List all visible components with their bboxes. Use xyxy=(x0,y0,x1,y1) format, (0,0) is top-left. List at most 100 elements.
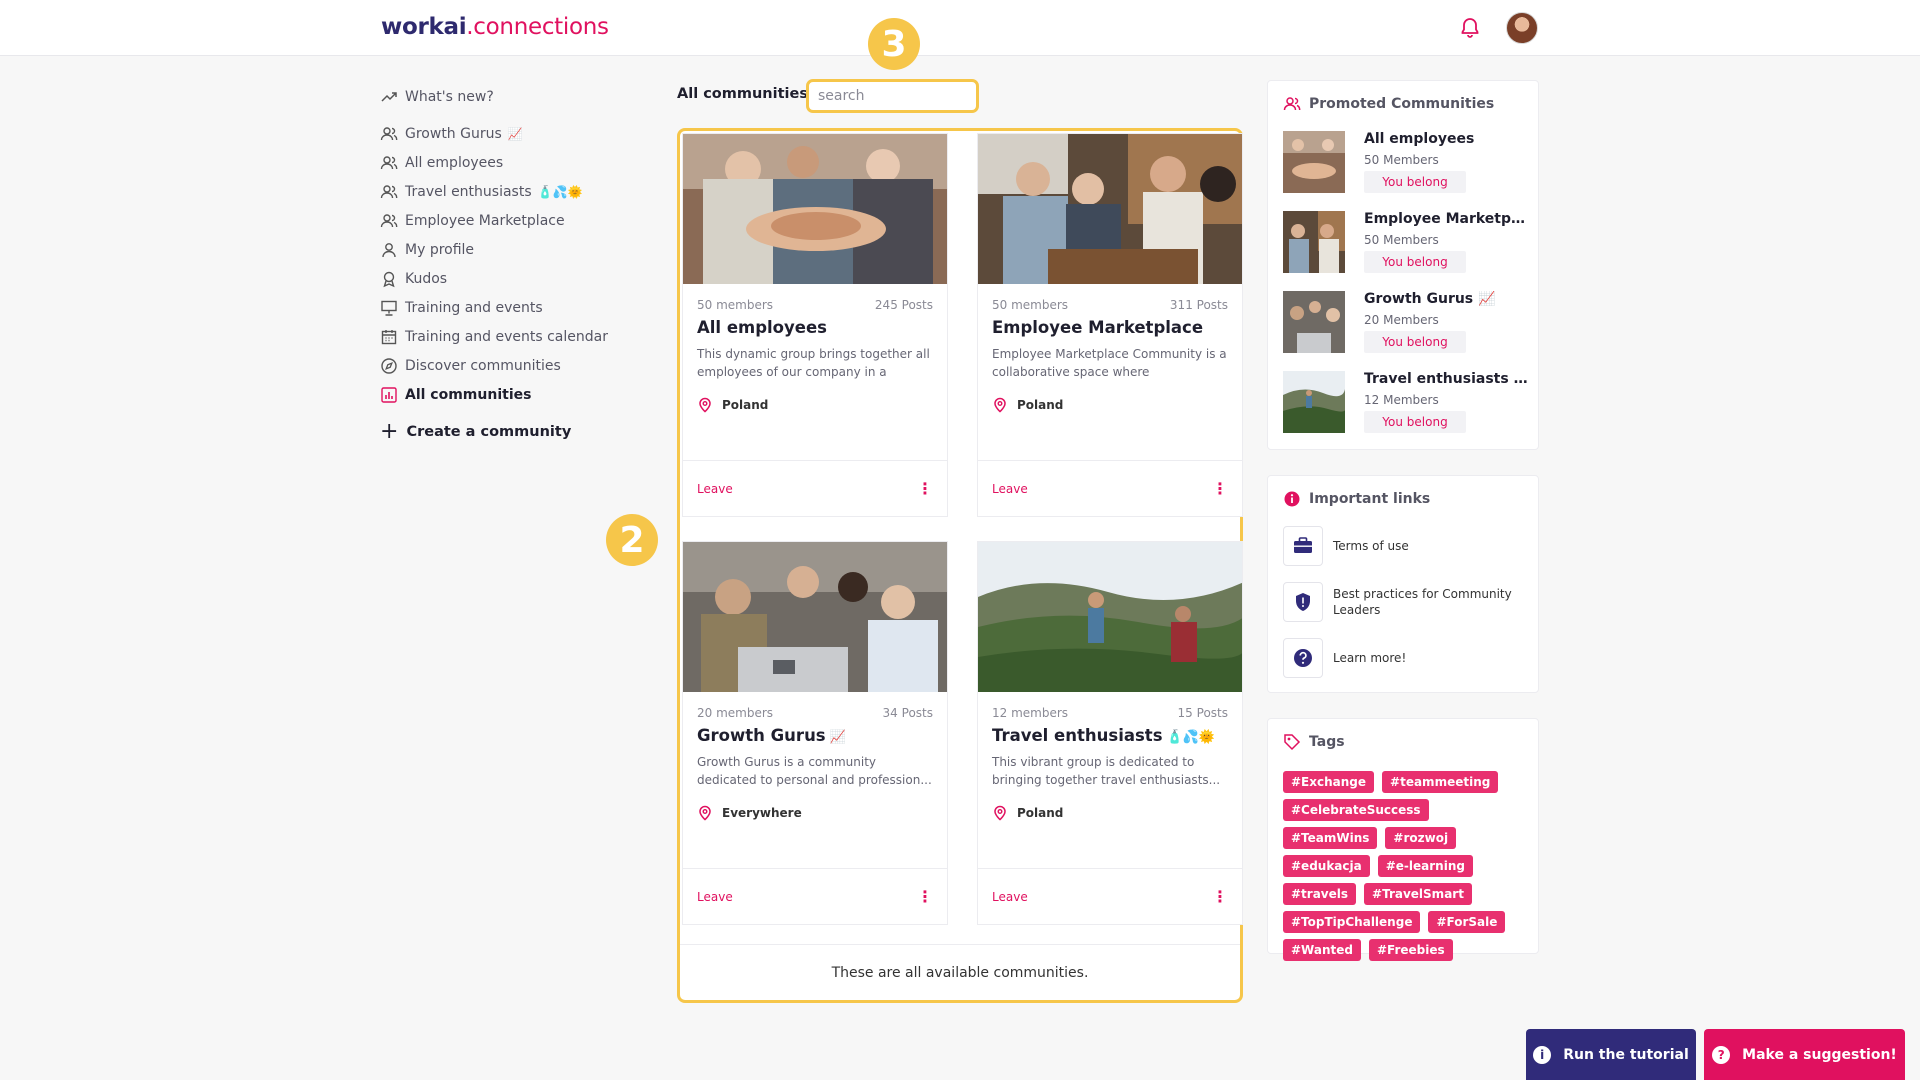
leave-button[interactable]: Leave xyxy=(992,890,1028,904)
create-community-button[interactable]: + Create a community xyxy=(380,417,640,447)
leave-button[interactable]: Leave xyxy=(697,890,733,904)
community-card-employee-marketplace[interactable]: 50 members 311 Posts Employee Marketplace… xyxy=(977,133,1243,517)
promoted-item-travel-enthusiasts[interactable]: Travel enthusiasts 🧴💦🌞 12 Members You be… xyxy=(1283,371,1529,435)
tag-chip[interactable]: #TravelSmart xyxy=(1364,883,1472,905)
notifications-bell-icon[interactable] xyxy=(1458,16,1482,40)
promoted-members: 12 Members xyxy=(1364,393,1439,407)
app-logo[interactable]: workai.connections xyxy=(381,14,609,40)
promoted-communities-widget: Promoted Communities All employees 50 Me… xyxy=(1267,80,1539,450)
tag-chip[interactable]: #Exchange xyxy=(1283,771,1375,793)
membership-status-badge: You belong xyxy=(1364,171,1466,193)
tag-chip[interactable]: #TopTipChallenge xyxy=(1283,911,1421,933)
tag-icon xyxy=(1284,734,1301,751)
sidebar-item-label: Training and events xyxy=(405,299,543,316)
card-location: Everywhere xyxy=(722,806,802,820)
sidebar-item-travel-enthusiasts[interactable]: Travel enthusiasts 🧴💦🌞 xyxy=(380,177,640,206)
calendar-icon xyxy=(380,328,398,346)
widget-title: Promoted Communities xyxy=(1309,96,1495,112)
more-options-icon[interactable]: ⋮ xyxy=(1212,887,1228,906)
sidebar-item-label: All communities xyxy=(405,386,532,403)
run-tutorial-label: Run the tutorial xyxy=(1563,1046,1689,1063)
more-options-icon[interactable]: ⋮ xyxy=(1212,479,1228,498)
community-cover-image xyxy=(978,542,1242,692)
run-tutorial-button[interactable]: i Run the tutorial xyxy=(1526,1029,1696,1080)
link-best-practices[interactable]: Best practices for Community Leaders xyxy=(1283,582,1528,622)
sidebar-item-training-events[interactable]: Training and events xyxy=(380,293,640,322)
promoted-name: Growth Gurus 📈 xyxy=(1364,291,1496,307)
tag-chip[interactable]: #teammeeting xyxy=(1382,771,1499,793)
community-cover-image xyxy=(978,134,1242,284)
promoted-name: All employees xyxy=(1364,131,1475,147)
card-description: Growth Gurus is a community dedicated to… xyxy=(697,755,932,787)
more-options-icon[interactable]: ⋮ xyxy=(917,887,933,906)
promoted-item-growth-gurus[interactable]: Growth Gurus 📈 20 Members You belong xyxy=(1283,291,1528,355)
tag-chip[interactable]: #ForSale xyxy=(1428,911,1506,933)
sidebar-item-label: What's new? xyxy=(405,88,494,105)
users-icon xyxy=(380,212,398,230)
link-label: Best practices for Community Leaders xyxy=(1333,587,1512,617)
briefcase-icon xyxy=(1283,526,1323,566)
community-emoji: 📈 xyxy=(507,126,523,141)
more-options-icon[interactable]: ⋮ xyxy=(917,479,933,498)
tag-chip[interactable]: #TeamWins xyxy=(1283,827,1378,849)
promoted-thumbnail xyxy=(1283,291,1345,353)
community-card-travel-enthusiasts[interactable]: 12 members 15 Posts Travel enthusiasts 🧴💦🌞… xyxy=(977,541,1243,925)
tag-chip[interactable]: #Freebies xyxy=(1368,939,1453,961)
community-card-all-employees[interactable]: 50 members 245 Posts All employees This d… xyxy=(682,133,948,517)
users-icon xyxy=(380,125,398,143)
tag-chip[interactable]: #CelebrateSuccess xyxy=(1283,799,1429,821)
link-label: Terms of use xyxy=(1333,539,1409,553)
card-members-count: 50 members xyxy=(697,298,774,312)
tag-chip[interactable]: #travels xyxy=(1283,883,1357,905)
sidebar-item-kudos[interactable]: Kudos xyxy=(380,264,640,293)
card-title[interactable]: Employee Marketplace xyxy=(992,318,1203,337)
step-badge-2: 2 xyxy=(606,514,658,566)
tag-chip[interactable]: #e-learning xyxy=(1377,855,1473,877)
tag-chip[interactable]: #Wanted xyxy=(1283,939,1361,961)
promoted-name: Travel enthusiasts 🧴💦🌞 xyxy=(1364,371,1529,387)
user-avatar[interactable] xyxy=(1506,12,1538,44)
community-emoji: 📈 xyxy=(829,730,846,745)
card-title[interactable]: All employees xyxy=(697,318,827,337)
location-pin-icon xyxy=(699,805,711,821)
card-location: Poland xyxy=(1017,398,1064,412)
sidebar-item-all-employees[interactable]: All employees xyxy=(380,148,640,177)
sidebar-item-label: My profile xyxy=(405,241,475,258)
tag-list: #Exchange #teammeeting #CelebrateSuccess… xyxy=(1283,771,1523,961)
presentation-icon xyxy=(380,299,398,317)
link-terms-of-use[interactable]: Terms of use xyxy=(1283,526,1528,566)
promoted-item-employee-marketplace[interactable]: Employee Marketplace 50 Members You belo… xyxy=(1283,211,1529,275)
promoted-members: 50 Members xyxy=(1364,233,1439,247)
trending-icon xyxy=(380,88,398,106)
community-card-growth-gurus[interactable]: 20 members 34 Posts Growth Gurus 📈 Growth … xyxy=(682,541,948,925)
leave-button[interactable]: Leave xyxy=(697,482,733,496)
sidebar-item-employee-marketplace[interactable]: Employee Marketplace xyxy=(380,206,640,235)
page-title: All communities xyxy=(677,86,808,102)
sidebar-item-all-communities[interactable]: All communities xyxy=(380,380,640,409)
promoted-item-all-employees[interactable]: All employees 50 Members You belong xyxy=(1283,131,1528,195)
make-suggestion-button[interactable]: ? Make a suggestion! xyxy=(1704,1029,1905,1080)
location-pin-icon xyxy=(699,397,711,413)
plus-icon: + xyxy=(380,419,399,444)
sidebar-nav: What's new? Growth Gurus 📈 All employees… xyxy=(380,82,640,447)
award-icon xyxy=(380,270,398,288)
sidebar-item-label: Employee Marketplace xyxy=(405,212,565,229)
sidebar-item-growth-gurus[interactable]: Growth Gurus 📈 xyxy=(380,119,640,148)
important-links-widget: Important links Terms of use Best practi… xyxy=(1267,475,1539,693)
sidebar-item-whats-new[interactable]: What's new? xyxy=(380,82,640,111)
link-learn-more[interactable]: Learn more! xyxy=(1283,638,1528,678)
sidebar-item-discover-communities[interactable]: Discover communities xyxy=(380,351,640,380)
shield-icon xyxy=(1283,582,1323,622)
user-icon xyxy=(380,241,398,259)
tag-chip[interactable]: #edukacja xyxy=(1283,855,1370,877)
card-title[interactable]: Growth Gurus xyxy=(697,726,826,745)
search-input[interactable] xyxy=(806,79,979,113)
question-icon xyxy=(1283,638,1323,678)
card-location: Poland xyxy=(1017,806,1064,820)
card-title[interactable]: Travel enthusiasts xyxy=(992,726,1163,745)
card-posts-count: 245 Posts xyxy=(874,298,933,312)
leave-button[interactable]: Leave xyxy=(992,482,1028,496)
tag-chip[interactable]: #rozwoj xyxy=(1385,827,1457,849)
sidebar-item-my-profile[interactable]: My profile xyxy=(380,235,640,264)
sidebar-item-training-calendar[interactable]: Training and events calendar xyxy=(380,322,640,351)
